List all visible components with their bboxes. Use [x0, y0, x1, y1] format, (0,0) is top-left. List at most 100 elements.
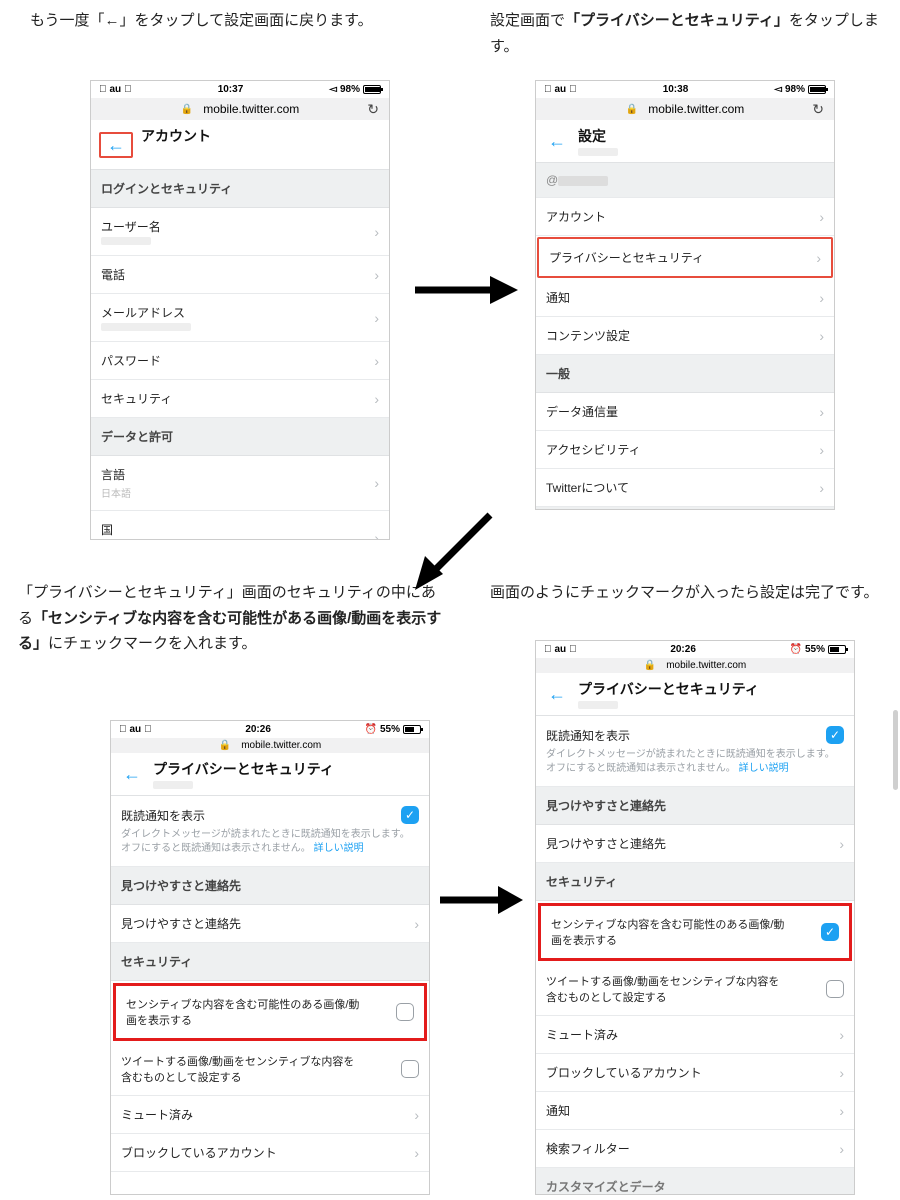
- reload-icon[interactable]: ↻: [812, 101, 824, 118]
- row-mark-sensitive[interactable]: ツイートする画像/動画をセンシティブな内容を含むものとして設定する: [536, 963, 854, 1016]
- row-language[interactable]: 言語日本語 ›: [91, 456, 389, 511]
- checkbox-on-icon[interactable]: ✓: [826, 726, 844, 744]
- row-accessibility[interactable]: アクセシビリティ›: [536, 431, 834, 469]
- back-icon[interactable]: ←: [99, 132, 133, 158]
- row-about-twitter[interactable]: Twitterについて›: [536, 469, 834, 507]
- caption-step4: 画面のようにチェックマークが入ったら設定は完了です。: [490, 580, 880, 606]
- checkbox-on-icon[interactable]: ✓: [401, 806, 419, 824]
- url-text: mobile.twitter.com: [203, 102, 299, 116]
- page-scrollbar[interactable]: [893, 710, 898, 790]
- chevron-right-icon: ›: [374, 267, 379, 283]
- row-muted[interactable]: ミュート済み›: [536, 1016, 854, 1054]
- section-security: セキュリティ: [536, 863, 854, 901]
- wifi-icon: 􀙇: [569, 644, 577, 655]
- chevron-right-icon: ›: [374, 353, 379, 369]
- row-discoverability[interactable]: 見つけやすさと連絡先›: [111, 905, 429, 943]
- row-discoverability[interactable]: 見つけやすさと連絡先›: [536, 825, 854, 863]
- battery-pct: 98%: [340, 84, 360, 95]
- clock: 10:37: [218, 84, 244, 95]
- page-title: プライバシーとセキュリティ: [578, 679, 759, 699]
- caption-step2: 設定画面で「プライバシーとセキュリティ」をタップします。: [490, 8, 880, 59]
- battery-icon: [808, 85, 826, 94]
- signal-icon: 􀙇: [544, 84, 552, 95]
- checkbox-off-icon[interactable]: [396, 1003, 414, 1021]
- back-icon[interactable]: ←: [544, 130, 570, 152]
- screenshot-settings: 􀙇au􀙇 10:38 ◅98% 🔒 mobile.twitter.com ↻ ←…: [535, 80, 835, 510]
- status-bar: 􀙇au􀙇 20:26 ⏰55%: [536, 641, 854, 658]
- alarm-icon: ⏰: [365, 724, 377, 735]
- row-content-settings[interactable]: コンテンツ設定›: [536, 317, 834, 355]
- detail-link[interactable]: 詳しい説明: [739, 763, 789, 774]
- url-bar[interactable]: 🔒 mobile.twitter.com: [111, 738, 429, 753]
- wifi-icon: 􀙇: [569, 84, 577, 95]
- row-search-filter[interactable]: 検索フィルター›: [536, 1130, 854, 1168]
- reload-icon[interactable]: ↻: [367, 101, 379, 118]
- chevron-right-icon: ›: [374, 224, 379, 240]
- url-bar[interactable]: 🔒 mobile.twitter.com ↻: [536, 98, 834, 120]
- chevron-right-icon: ›: [374, 530, 379, 540]
- row-privacy-security[interactable]: プライバシーとセキュリティ›: [537, 237, 833, 278]
- carrier-label: au: [110, 84, 122, 95]
- section-discoverability: 見つけやすさと連絡先: [111, 867, 429, 905]
- page-header: ← アカウント: [91, 120, 389, 170]
- signal-icon: 􀙇: [99, 84, 107, 95]
- row-blocked[interactable]: ブロックしているアカウント›: [111, 1134, 429, 1172]
- alarm-icon: ⏰: [790, 644, 802, 655]
- row-handle: @: [536, 163, 834, 198]
- arrow-right-icon: [410, 270, 520, 310]
- section-data-permission: データと許可: [91, 418, 389, 456]
- lock-icon: 🔒: [626, 104, 638, 115]
- page-subtitle: [141, 148, 211, 163]
- clock: 20:26: [670, 644, 696, 655]
- row-account[interactable]: アカウント›: [536, 198, 834, 236]
- back-icon[interactable]: ←: [119, 763, 145, 785]
- row-sensitive-media[interactable]: センシティブな内容を含む可能性のある画像/動画を表示する: [113, 983, 427, 1041]
- battery-icon: [363, 85, 381, 94]
- checkbox-off-icon[interactable]: [401, 1060, 419, 1078]
- row-muted[interactable]: ミュート済み›: [111, 1096, 429, 1134]
- row-read-receipt[interactable]: 既読通知を表示 ✓ ダイレクトメッセージが読まれたときに既読通知を表示します。オ…: [111, 796, 429, 867]
- lock-icon: 🔒: [644, 660, 656, 671]
- row-blocked[interactable]: ブロックしているアカウント›: [536, 1054, 854, 1092]
- read-receipt-description: ダイレクトメッセージが読まれたときに既読通知を表示します。オフにすると既読通知は…: [121, 828, 419, 856]
- row-country[interactable]: 国日本 ›: [91, 511, 389, 540]
- url-bar[interactable]: 🔒 mobile.twitter.com: [536, 658, 854, 673]
- row-notifications[interactable]: 通知›: [536, 1092, 854, 1130]
- checkbox-on-icon[interactable]: ✓: [821, 923, 839, 941]
- checkbox-off-icon[interactable]: [826, 980, 844, 998]
- location-icon: ◅: [774, 84, 782, 95]
- screenshot-account-settings: 􀙇 au 􀙇 10:37 ◅ 98% 🔒 mobile.twitter.com …: [90, 80, 390, 540]
- section-general: 一般: [536, 355, 834, 393]
- chevron-right-icon: ›: [374, 391, 379, 407]
- section-customize-partial: カスタマイズとデータ: [536, 1168, 854, 1195]
- row-security[interactable]: セキュリティ ›: [91, 380, 389, 418]
- row-phone[interactable]: 電話 ›: [91, 256, 389, 294]
- row-data-usage[interactable]: データ通信量›: [536, 393, 834, 431]
- lock-icon: 🔒: [181, 104, 193, 115]
- row-username[interactable]: ユーザー名 ›: [91, 208, 389, 256]
- row-read-receipt[interactable]: 既読通知を表示 ✓ ダイレクトメッセージが読まれたときに既読通知を表示します。オ…: [536, 716, 854, 787]
- status-bar: 􀙇au􀙇 10:38 ◅98%: [536, 81, 834, 98]
- row-notifications[interactable]: 通知›: [536, 279, 834, 317]
- signal-icon: 􀙇: [544, 644, 552, 655]
- arrow-diagonal-icon: [405, 500, 505, 600]
- page-header: ← 設定: [536, 120, 834, 163]
- row-sensitive-media[interactable]: センシティブな内容を含む可能性のある画像/動画を表示する ✓: [538, 903, 852, 961]
- chevron-right-icon: ›: [374, 310, 379, 326]
- detail-link[interactable]: 詳しい説明: [314, 843, 364, 854]
- page-title: アカウント: [141, 126, 211, 146]
- wifi-icon: 􀙇: [144, 724, 152, 735]
- screenshot-privacy-checked: 􀙇au􀙇 20:26 ⏰55% 🔒 mobile.twitter.com ← プ…: [535, 640, 855, 1195]
- lock-icon: 🔒: [219, 740, 231, 751]
- back-icon[interactable]: ←: [544, 683, 570, 705]
- battery-icon: [828, 645, 846, 654]
- read-receipt-description: ダイレクトメッセージが読まれたときに既読通知を表示します。オフにすると既読通知は…: [546, 748, 844, 776]
- section-discoverability: 見つけやすさと連絡先: [536, 787, 854, 825]
- page-title: プライバシーとセキュリティ: [153, 759, 334, 779]
- row-password[interactable]: パスワード ›: [91, 342, 389, 380]
- row-mark-sensitive[interactable]: ツイートする画像/動画をセンシティブな内容を含むものとして設定する: [111, 1043, 429, 1096]
- row-email[interactable]: メールアドレス ›: [91, 294, 389, 342]
- url-bar[interactable]: 🔒 mobile.twitter.com ↻: [91, 98, 389, 120]
- chevron-right-icon: ›: [374, 475, 379, 491]
- location-icon: ◅: [329, 84, 337, 95]
